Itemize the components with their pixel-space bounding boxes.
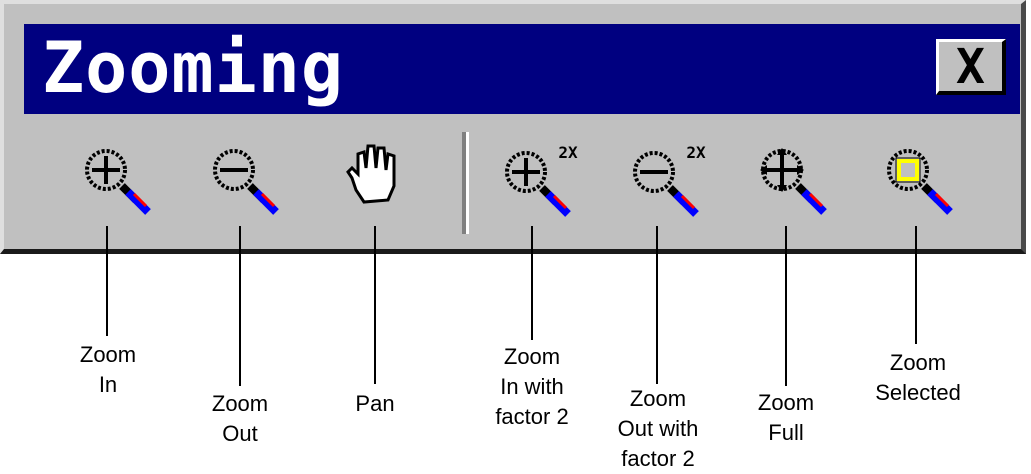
svg-text:X: X (956, 42, 985, 91)
callout-zoom-out: Zoom Out (211, 391, 269, 446)
title-bar[interactable]: Zooming X (24, 24, 1020, 114)
zoom-selected-button[interactable] (880, 138, 970, 228)
toolbar-separator (462, 132, 469, 234)
callout-leader-zoom-out-2x (656, 226, 658, 384)
zoom-full-icon (760, 148, 827, 215)
callout-leader-zoom-in-2x (531, 226, 533, 340)
callout-leader-zoom-out (239, 226, 241, 386)
zoom-in-2x-icon: 2X (505, 143, 578, 217)
factor-2x-badge: 2X (558, 143, 578, 162)
zoom-in-icon (85, 149, 151, 215)
pan-hand-icon (346, 144, 396, 204)
factor-2x-badge: 2X (686, 143, 706, 162)
callout-zoom-in-2x: Zoom In with factor 2 (495, 344, 569, 429)
callout-leader-zoom-in (106, 226, 108, 336)
pan-button[interactable] (334, 138, 424, 228)
zoom-in-2x-button[interactable]: 2X (498, 138, 588, 228)
zoom-out-2x-icon: 2X (633, 143, 706, 217)
callout-pan: Pan (355, 391, 395, 416)
zoom-full-button[interactable] (754, 138, 844, 228)
callout-leader-zoom-full (785, 226, 787, 386)
zoom-out-icon (213, 149, 279, 215)
close-button[interactable]: X (936, 39, 1006, 95)
close-icon: X (956, 39, 985, 95)
callout-zoom-selected: Zoom Selected (875, 350, 961, 405)
callout-zoom-in: Zoom In (79, 342, 137, 397)
callout-zoom-full: Zoom Full (757, 390, 815, 445)
zoom-in-button[interactable] (78, 138, 168, 228)
callout-zoom-out-2x: Zoom Out with factor 2 (617, 386, 699, 471)
callout-leader-zoom-selected (915, 226, 917, 344)
zoom-out-button[interactable] (206, 138, 296, 228)
zoom-out-2x-button[interactable]: 2X (626, 138, 716, 228)
window-title: Zooming (42, 27, 345, 109)
callout-leader-pan (374, 226, 376, 384)
zoom-selected-icon (887, 149, 953, 215)
